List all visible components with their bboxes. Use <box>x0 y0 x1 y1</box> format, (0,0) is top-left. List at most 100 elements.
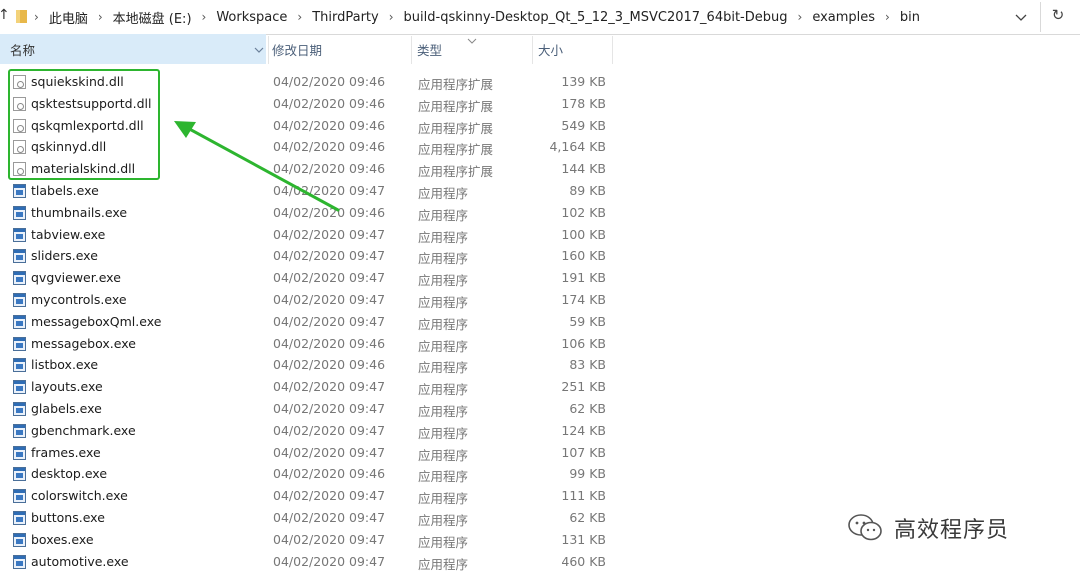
breadcrumb-item[interactable]: 本地磁盘 (E:) <box>113 8 192 27</box>
refresh-icon[interactable]: ↻ <box>1048 6 1068 26</box>
file-size: 460 KB <box>561 553 606 569</box>
file-date: 04/02/2020 09:46 <box>273 466 386 482</box>
column-header-name[interactable]: 名称 <box>0 34 266 64</box>
file-row[interactable]: desktop.exe 04/02/2020 09:46 应用程序 99 KB <box>0 463 620 485</box>
file-name: colorswitch.exe <box>31 488 128 504</box>
exe-file-icon <box>13 532 26 547</box>
file-row[interactable]: boxes.exe 04/02/2020 09:47 应用程序 131 KB <box>0 529 620 551</box>
column-divider[interactable] <box>612 36 613 64</box>
file-type: 应用程序 <box>418 556 469 572</box>
file-row[interactable]: sliders.exe 04/02/2020 09:47 应用程序 160 KB <box>0 245 620 267</box>
file-type: 应用程序 <box>418 316 469 332</box>
file-type: 应用程序 <box>418 207 469 223</box>
exe-file-icon <box>13 423 26 438</box>
file-type: 应用程序 <box>418 294 469 310</box>
file-type: 应用程序 <box>418 229 469 245</box>
file-type: 应用程序 <box>418 491 469 507</box>
exe-file-icon <box>13 358 26 373</box>
file-row[interactable]: glabels.exe 04/02/2020 09:47 应用程序 62 KB <box>0 398 620 420</box>
file-size: 62 KB <box>569 509 606 525</box>
file-type: 应用程序 <box>418 512 469 528</box>
file-size: 251 KB <box>561 379 606 395</box>
file-date: 04/02/2020 09:47 <box>273 270 386 286</box>
breadcrumb-item[interactable]: examples <box>812 10 875 25</box>
column-header-name-label: 名称 <box>10 43 36 58</box>
file-size: 160 KB <box>561 248 606 264</box>
column-divider[interactable] <box>268 36 269 64</box>
file-date: 04/02/2020 09:47 <box>273 509 386 525</box>
breadcrumb-item[interactable]: build-qskinny-Desktop_Qt_5_12_3_MSVC2017… <box>404 10 788 25</box>
chevron-down-icon[interactable] <box>254 46 264 54</box>
file-row[interactable]: colorswitch.exe 04/02/2020 09:47 应用程序 111 K… <box>0 485 620 507</box>
exe-file-icon <box>13 554 26 569</box>
file-row[interactable]: automotive.exe 04/02/2020 09:47 应用程序 460 KB <box>0 551 620 573</box>
file-name: messageboxQml.exe <box>31 313 162 329</box>
up-arrow-icon[interactable]: ↑ <box>0 7 10 23</box>
breadcrumb-item[interactable]: ThirdParty <box>312 10 379 25</box>
file-name: frames.exe <box>31 444 101 460</box>
file-size: 106 KB <box>561 335 606 351</box>
file-name: listbox.exe <box>31 357 99 373</box>
exe-file-icon <box>13 401 26 416</box>
breadcrumb-item[interactable]: 此电脑 <box>49 8 88 27</box>
exe-file-icon <box>13 227 26 242</box>
breadcrumb-separator-icon[interactable]: › <box>885 10 890 24</box>
file-name: tlabels.exe <box>31 182 99 198</box>
file-name: mycontrols.exe <box>31 291 127 307</box>
file-row[interactable]: frames.exe 04/02/2020 09:47 应用程序 107 KB <box>0 442 620 464</box>
file-name: gbenchmark.exe <box>31 422 136 438</box>
file-row[interactable]: messagebox.exe 04/02/2020 09:46 应用程序 106 KB <box>0 333 620 355</box>
file-row[interactable]: tabview.exe 04/02/2020 09:47 应用程序 100 KB <box>0 224 620 246</box>
annotation-arrow <box>174 121 340 212</box>
file-name: layouts.exe <box>31 379 103 395</box>
breadcrumb-item[interactable]: bin <box>900 10 920 25</box>
file-date: 04/02/2020 09:47 <box>273 422 386 438</box>
file-date: 04/02/2020 09:46 <box>273 335 386 351</box>
file-row[interactable]: mycontrols.exe 04/02/2020 09:47 应用程序 174 KB <box>0 289 620 311</box>
file-size: 124 KB <box>561 422 606 438</box>
file-type: 应用程序扩展 <box>418 98 494 114</box>
column-header-size[interactable]: 大小 <box>538 34 563 64</box>
file-row[interactable]: buttons.exe 04/02/2020 09:47 应用程序 62 KB <box>0 507 620 529</box>
file-size: 4,164 KB <box>549 139 606 155</box>
breadcrumb-separator-icon[interactable]: › <box>297 10 302 24</box>
file-date: 04/02/2020 09:47 <box>273 226 386 242</box>
file-name: glabels.exe <box>31 400 102 416</box>
column-header-row: 名称 修改日期 类型 大小 <box>0 34 1080 64</box>
breadcrumb-separator-icon[interactable]: › <box>202 10 207 24</box>
column-divider[interactable] <box>411 36 412 64</box>
chevron-down-icon[interactable] <box>1012 9 1030 25</box>
file-size: 99 KB <box>569 466 606 482</box>
breadcrumb-separator-icon[interactable]: › <box>798 10 803 24</box>
file-row[interactable]: gbenchmark.exe 04/02/2020 09:47 应用程序 124 KB <box>0 420 620 442</box>
divider <box>1040 2 1041 32</box>
file-size: 549 KB <box>561 117 606 133</box>
address-bar[interactable]: ↑ › 此电脑 › 本地磁盘 (E:) › Workspace › ThirdParty › bu… <box>0 0 1080 35</box>
breadcrumb-separator-icon[interactable]: › <box>389 10 394 24</box>
file-type: 应用程序 <box>418 185 469 201</box>
file-date: 04/02/2020 09:47 <box>273 444 386 460</box>
file-row[interactable]: listbox.exe 04/02/2020 09:46 应用程序 83 KB <box>0 354 620 376</box>
file-row[interactable]: qvgviewer.exe 04/02/2020 09:47 应用程序 191 KB <box>0 267 620 289</box>
exe-file-icon <box>13 249 26 264</box>
column-header-type-label: 类型 <box>417 43 443 58</box>
file-type: 应用程序 <box>418 447 469 463</box>
file-name: thumbnails.exe <box>31 204 128 220</box>
exe-file-icon <box>13 271 26 286</box>
column-header-date-label: 修改日期 <box>272 43 323 58</box>
column-header-type[interactable]: 类型 <box>417 34 442 64</box>
file-date: 04/02/2020 09:47 <box>273 488 386 504</box>
file-row[interactable]: messageboxQml.exe 04/02/2020 09:47 应用程序 59 … <box>0 311 620 333</box>
watermark: 高效程序员 <box>846 508 1009 548</box>
breadcrumb-separator-icon[interactable]: › <box>34 10 39 24</box>
file-size: 144 KB <box>561 161 606 177</box>
column-divider[interactable] <box>532 36 533 64</box>
breadcrumb-item[interactable]: Workspace <box>216 10 287 25</box>
file-type: 应用程序 <box>418 338 469 354</box>
file-type: 应用程序 <box>418 360 469 376</box>
file-row[interactable]: layouts.exe 04/02/2020 09:47 应用程序 251 KB <box>0 376 620 398</box>
breadcrumb-separator-icon[interactable]: › <box>98 10 103 24</box>
file-name: buttons.exe <box>31 509 105 525</box>
column-header-date[interactable]: 修改日期 <box>272 34 322 64</box>
file-name: boxes.exe <box>31 531 94 547</box>
